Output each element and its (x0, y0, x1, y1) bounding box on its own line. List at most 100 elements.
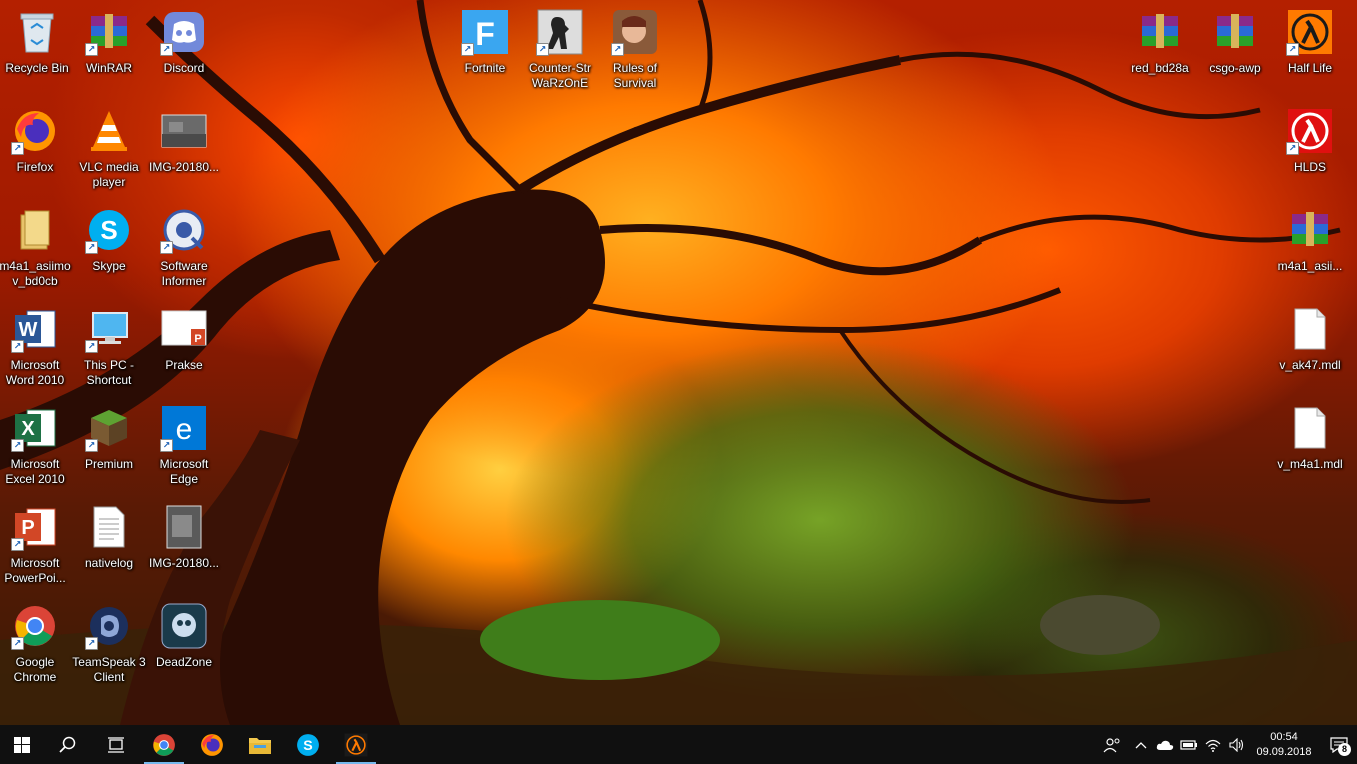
deadzone-icon (160, 602, 208, 650)
desktop-icon-label: IMG-20180... (148, 160, 220, 174)
desktop-icon-img2[interactable]: IMG-20180... (147, 499, 221, 593)
shortcut-arrow-icon: ↗ (11, 637, 24, 650)
wifi-icon[interactable] (1201, 725, 1225, 764)
shortcut-arrow-icon: ↗ (85, 637, 98, 650)
folder-icon (11, 206, 59, 254)
desktop-icon-label: Rules of Survival (612, 61, 658, 90)
image-thumbnail-icon (160, 107, 208, 155)
desktop-icon-skype[interactable]: S ↗ Skype (72, 202, 146, 296)
vlc-icon (85, 107, 133, 155)
skype-icon: S ↗ (85, 206, 133, 254)
image-thumbnail-icon (160, 503, 208, 551)
software-informer-icon: ↗ (160, 206, 208, 254)
edge-icon: e ↗ (160, 404, 208, 452)
taskbar-chrome[interactable] (140, 725, 188, 764)
desktop-icon-software-informer[interactable]: ↗ Software Informer (147, 202, 221, 296)
desktop-icon-label: Half Life (1287, 61, 1333, 75)
desktop-icon-v-m4a1[interactable]: v_m4a1.mdl (1273, 400, 1347, 494)
shortcut-arrow-icon: ↗ (11, 340, 24, 353)
chrome-icon: ↗ (11, 602, 59, 650)
desktop-icon-counter-strike[interactable]: ↗ Counter-Str WaRzOnE (523, 4, 597, 98)
onedrive-cloud-icon[interactable] (1153, 725, 1177, 764)
svg-text:S: S (303, 737, 312, 753)
task-view-button[interactable] (92, 725, 140, 764)
winrar-archive-icon (1211, 8, 1259, 56)
taskbar-skype[interactable]: S (284, 725, 332, 764)
desktop-icon-label: DeadZone (155, 655, 213, 669)
shortcut-arrow-icon: ↗ (11, 439, 24, 452)
desktop-icon-word[interactable]: W ↗ Microsoft Word 2010 (0, 301, 72, 395)
half-life-icon: ↗ (1286, 8, 1334, 56)
desktop-icon-deadzone[interactable]: DeadZone (147, 598, 221, 692)
desktop-icon-nativelog[interactable]: nativelog (72, 499, 146, 593)
desktop-icon-label: This PC - Shortcut (83, 358, 134, 387)
powerpoint-icon: P ↗ (11, 503, 59, 551)
desktop-icon-fortnite[interactable]: F ↗ Fortnite (448, 4, 522, 98)
notification-count-badge: 8 (1338, 743, 1351, 756)
desktop-icon-label: Microsoft Excel 2010 (5, 457, 65, 486)
desktop-icon-m4a1-rar[interactable]: m4a1_asii... (1273, 202, 1347, 296)
desktop-icon-label: Recycle Bin (5, 61, 69, 75)
desktop-icon-label: Counter-Str WaRzOnE (528, 61, 592, 90)
desktop-icon-label: Microsoft PowerPoi... (4, 556, 66, 585)
shortcut-arrow-icon: ↗ (160, 241, 173, 254)
battery-icon[interactable] (1177, 725, 1201, 764)
desktop-icon-chrome[interactable]: ↗ Google Chrome (0, 598, 72, 692)
search-icon (59, 736, 76, 753)
desktop: Recycle Bin ↗ Firefox m4a1_asiimo v_bd0c… (0, 0, 1357, 725)
people-icon[interactable] (1095, 725, 1129, 764)
svg-text:e: e (176, 413, 193, 446)
taskbar: S 00:54 09.09.2018 8 (0, 725, 1357, 764)
start-button[interactable] (0, 725, 44, 764)
desktop-icon-premium[interactable]: ↗ Premium (72, 400, 146, 494)
desktop-icon-firefox[interactable]: ↗ Firefox (0, 103, 72, 197)
desktop-icon-half-life[interactable]: ↗ Half Life (1273, 4, 1347, 98)
show-hidden-icons-chevron-icon[interactable] (1129, 725, 1153, 764)
file-icon (1286, 404, 1334, 452)
search-button[interactable] (44, 725, 92, 764)
desktop-icon-prakse[interactable]: P Prakse (147, 301, 221, 395)
desktop-icon-v-ak47[interactable]: v_ak47.mdl (1273, 301, 1347, 395)
hlds-icon: ↗ (1286, 107, 1334, 155)
taskbar-firefox[interactable] (188, 725, 236, 764)
desktop-icon-img1[interactable]: IMG-20180... (147, 103, 221, 197)
clock[interactable]: 00:54 09.09.2018 (1253, 730, 1315, 760)
taskbar-file-explorer[interactable] (236, 725, 284, 764)
desktop-icon-label: HLDS (1293, 160, 1326, 174)
desktop-icon-winrar[interactable]: ↗ WinRAR (72, 4, 146, 98)
desktop-icon-hlds[interactable]: ↗ HLDS (1273, 103, 1347, 197)
taskbar-half-life[interactable] (332, 725, 380, 764)
desktop-icon-label: Microsoft Word 2010 (5, 358, 65, 387)
shortcut-arrow-icon: ↗ (1286, 43, 1299, 56)
desktop-icon-vlc[interactable]: VLC media player (72, 103, 146, 197)
desktop-icon-rules-of-survival[interactable]: ↗ Rules of Survival (598, 4, 672, 98)
desktop-icon-discord[interactable]: ↗ Discord (147, 4, 221, 98)
desktop-icon-m4a1-folder[interactable]: m4a1_asiimo v_bd0cb (0, 202, 72, 296)
desktop-icon-powerpoint[interactable]: P ↗ Microsoft PowerPoi... (0, 499, 72, 593)
desktop-icon-this-pc[interactable]: ↗ This PC - Shortcut (72, 301, 146, 395)
desktop-icon-csgo-awp[interactable]: csgo-awp (1198, 4, 1272, 98)
firefox-icon (201, 733, 223, 756)
desktop-icon-label: WinRAR (85, 61, 132, 75)
text-file-icon (85, 503, 133, 551)
desktop-icon-label: csgo-awp (1209, 61, 1261, 75)
system-tray: 00:54 09.09.2018 8 (1095, 725, 1357, 764)
desktop-icon-red-bd28a[interactable]: red_bd28a (1123, 4, 1197, 98)
desktop-icon-label: v_ak47.mdl (1279, 358, 1341, 372)
discord-icon: ↗ (160, 8, 208, 56)
half-life-icon (344, 733, 368, 756)
file-explorer-icon (249, 737, 271, 754)
clock-time: 00:54 (1270, 730, 1298, 743)
desktop-icon-excel[interactable]: X ↗ Microsoft Excel 2010 (0, 400, 72, 494)
word-icon: W ↗ (11, 305, 59, 353)
desktop-icon-recycle-bin[interactable]: Recycle Bin (0, 4, 74, 98)
action-center-button[interactable]: 8 (1321, 725, 1357, 764)
desktop-icon-edge[interactable]: e ↗ Microsoft Edge (147, 400, 221, 494)
shortcut-arrow-icon: ↗ (85, 439, 98, 452)
volume-icon[interactable] (1225, 725, 1249, 764)
minecraft-icon: ↗ (85, 404, 133, 452)
excel-icon: X ↗ (11, 404, 59, 452)
desktop-icon-teamspeak[interactable]: ↗ TeamSpeak 3 Client (72, 598, 146, 692)
desktop-icon-label: Microsoft Edge (159, 457, 209, 486)
desktop-icon-label: TeamSpeak 3 Client (72, 655, 146, 684)
